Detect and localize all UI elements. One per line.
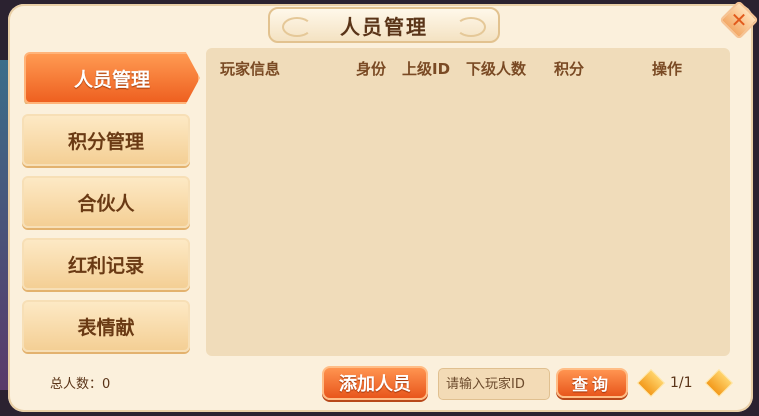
- query-button[interactable]: 查询: [556, 368, 628, 398]
- swirl-ornament-left: [282, 17, 312, 37]
- col-header-points: 积分: [554, 60, 585, 78]
- chevron-left-icon: [636, 368, 666, 398]
- chevron-right-icon: [704, 368, 734, 398]
- tab-emoji-contribution[interactable]: 表情献: [22, 300, 190, 352]
- tab-member-management[interactable]: 人员管理: [24, 52, 200, 104]
- dialog-title: 人员管理: [340, 14, 428, 39]
- swirl-ornament-right: [456, 17, 486, 37]
- col-header-actions: 操作: [652, 60, 683, 78]
- col-header-player-info: 玩家信息: [220, 60, 281, 78]
- tab-partner[interactable]: 合伙人: [22, 176, 190, 228]
- col-header-subordinate-count: 下级人数: [466, 60, 527, 78]
- add-member-button[interactable]: 添加人员: [322, 366, 428, 400]
- table-header: 玩家信息 身份 上级ID 下级人数 积分 操作: [206, 58, 730, 80]
- tab-points-management[interactable]: 积分管理: [22, 114, 190, 166]
- total-count-label: 总人数：: [50, 377, 103, 392]
- page-indicator: 1/1: [670, 375, 693, 391]
- member-table: 玩家信息 身份 上级ID 下级人数 积分 操作: [206, 48, 730, 356]
- close-button[interactable]: ✕: [719, 0, 759, 40]
- col-header-role: 身份: [356, 60, 387, 78]
- col-header-parent-id: 上级ID: [402, 60, 451, 78]
- prev-page-button[interactable]: [636, 368, 666, 398]
- close-icon: ✕: [730, 8, 748, 32]
- next-page-button[interactable]: [704, 368, 734, 398]
- tab-bonus-records[interactable]: 红利记录: [22, 238, 190, 290]
- title-plaque: 人员管理: [268, 7, 500, 43]
- total-count-value: 0: [102, 377, 111, 392]
- total-count: 总人数：0: [50, 373, 110, 392]
- player-id-search-input[interactable]: [438, 368, 550, 400]
